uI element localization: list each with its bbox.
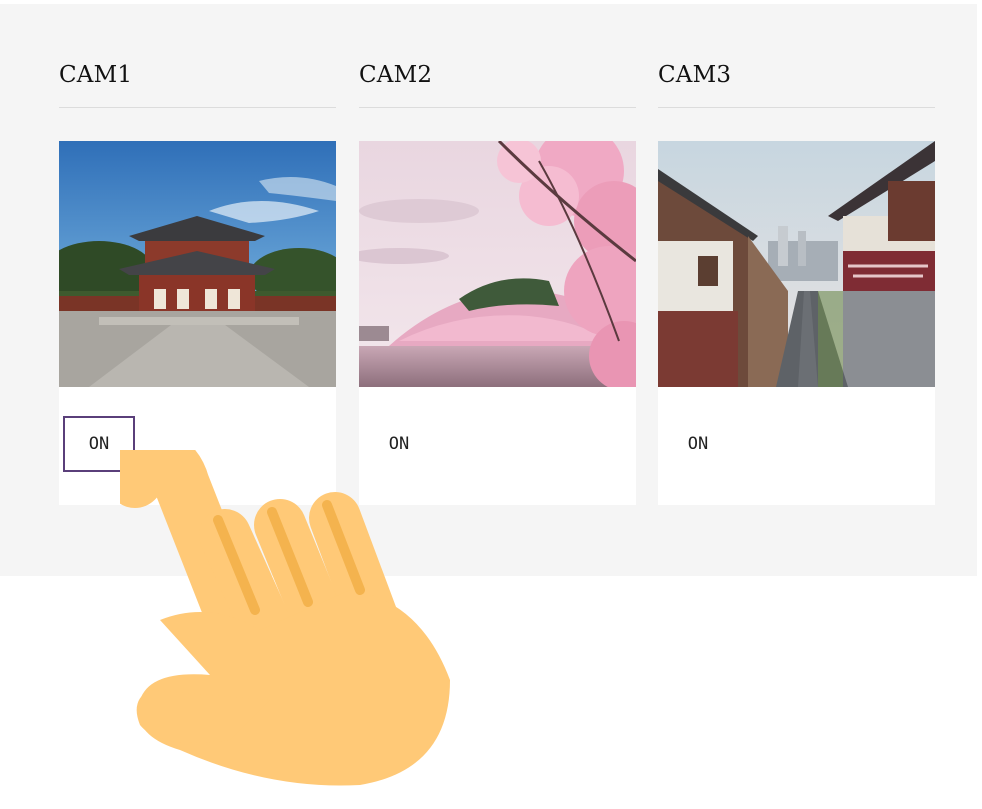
cam1-on-button[interactable]: ON — [63, 416, 135, 472]
camera-card: ON — [359, 141, 636, 505]
cam2-on-button[interactable]: ON — [363, 416, 435, 472]
hanok-street-photo — [658, 141, 935, 387]
camera-card: ON — [59, 141, 336, 505]
camera-title: CAM1 — [59, 62, 336, 108]
palace-photo — [59, 141, 336, 387]
camera-panel: CAM1 ON CAM2 ON CAM3 ON — [0, 4, 977, 576]
camera-card: ON — [658, 141, 935, 505]
cam3-on-button[interactable]: ON — [662, 416, 734, 472]
camera-title: CAM3 — [658, 62, 935, 108]
camera-title: CAM2 — [359, 62, 636, 108]
cherry-blossom-photo — [359, 141, 636, 387]
